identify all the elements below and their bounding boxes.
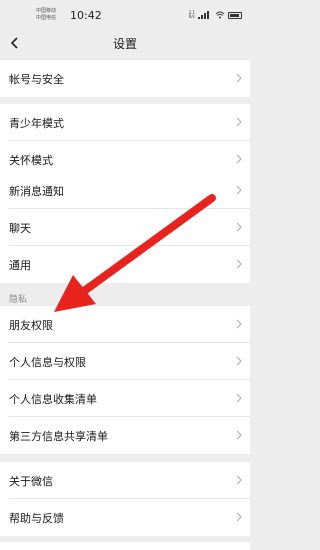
settings-item-third-party-sharing[interactable]: 第三方信息共享清单 (0, 417, 250, 454)
settings-item-label: 个人信息收集清单 (9, 393, 97, 406)
settings-group-about: 关于微信 帮助与反馈 (0, 462, 250, 536)
settings-item-label: 青少年模式 (9, 117, 64, 130)
net-speed: 2.1 K/s (188, 10, 195, 19)
chevron-right-icon (236, 430, 242, 440)
settings-group-modes: 青少年模式 关怀模式 (0, 104, 250, 178)
carrier-2: 中国电信 (36, 15, 57, 21)
settings-group-general: 新消息通知 聊天 通用 (0, 172, 250, 283)
carrier-1: 中国移动 (36, 8, 57, 14)
chevron-right-icon (236, 222, 242, 232)
settings-item-notifications[interactable]: 新消息通知 (0, 172, 250, 209)
signal-icon (198, 11, 209, 19)
settings-item-label: 帐号与安全 (9, 73, 64, 86)
settings-group-account: 帐号与安全 (0, 60, 250, 97)
chevron-right-icon (236, 475, 242, 485)
nav-bar: 设置 (0, 30, 250, 56)
chevron-right-icon (236, 259, 242, 269)
settings-item-label: 帮助与反馈 (9, 512, 64, 525)
chevron-right-icon (236, 73, 242, 83)
wifi-icon (215, 11, 225, 19)
settings-group-more (0, 542, 250, 550)
chevron-right-icon (236, 117, 242, 127)
settings-item-personal-info-collection[interactable]: 个人信息收集清单 (0, 380, 250, 417)
settings-item-label: 朋友权限 (9, 319, 53, 332)
status-bar: 中国移动 中国电信 10:42 2.1 K/s (0, 0, 250, 30)
section-header-privacy: 隐私 (9, 295, 28, 305)
settings-item-label: 新消息通知 (9, 185, 64, 198)
settings-item-label: 关于微信 (9, 475, 53, 488)
settings-item-friend-permissions[interactable]: 朋友权限 (0, 306, 250, 343)
chevron-right-icon (236, 356, 242, 366)
settings-item-chat[interactable]: 聊天 (0, 209, 250, 246)
settings-item-label: 第三方信息共享清单 (9, 430, 108, 443)
settings-item-label: 关怀模式 (9, 154, 53, 167)
status-icons: 2.1 K/s (189, 11, 242, 19)
chevron-right-icon (236, 512, 242, 522)
settings-item-account-security[interactable]: 帐号与安全 (0, 60, 250, 97)
carrier-info: 中国移动 中国电信 (36, 8, 56, 22)
chevron-right-icon (236, 319, 242, 329)
settings-item-label: 个人信息与权限 (9, 356, 86, 369)
battery-icon (228, 11, 242, 19)
settings-item-general[interactable]: 通用 (0, 246, 250, 283)
chevron-right-icon (236, 185, 242, 195)
settings-group-privacy: 朋友权限 个人信息与权限 个人信息收集清单 第三方信息共享清单 (0, 306, 250, 454)
page-title: 设置 (112, 37, 137, 51)
status-time: 10:42 (70, 9, 102, 22)
settings-item-label: 通用 (9, 259, 31, 272)
settings-item-help-feedback[interactable]: 帮助与反馈 (0, 499, 250, 536)
settings-item-personal-info-permissions[interactable]: 个人信息与权限 (0, 343, 250, 380)
chevron-right-icon (236, 154, 242, 164)
chevron-right-icon (236, 393, 242, 403)
settings-item-about-wechat[interactable]: 关于微信 (0, 462, 250, 499)
settings-item-teen-mode[interactable]: 青少年模式 (0, 104, 250, 141)
settings-item-label: 聊天 (9, 222, 31, 235)
